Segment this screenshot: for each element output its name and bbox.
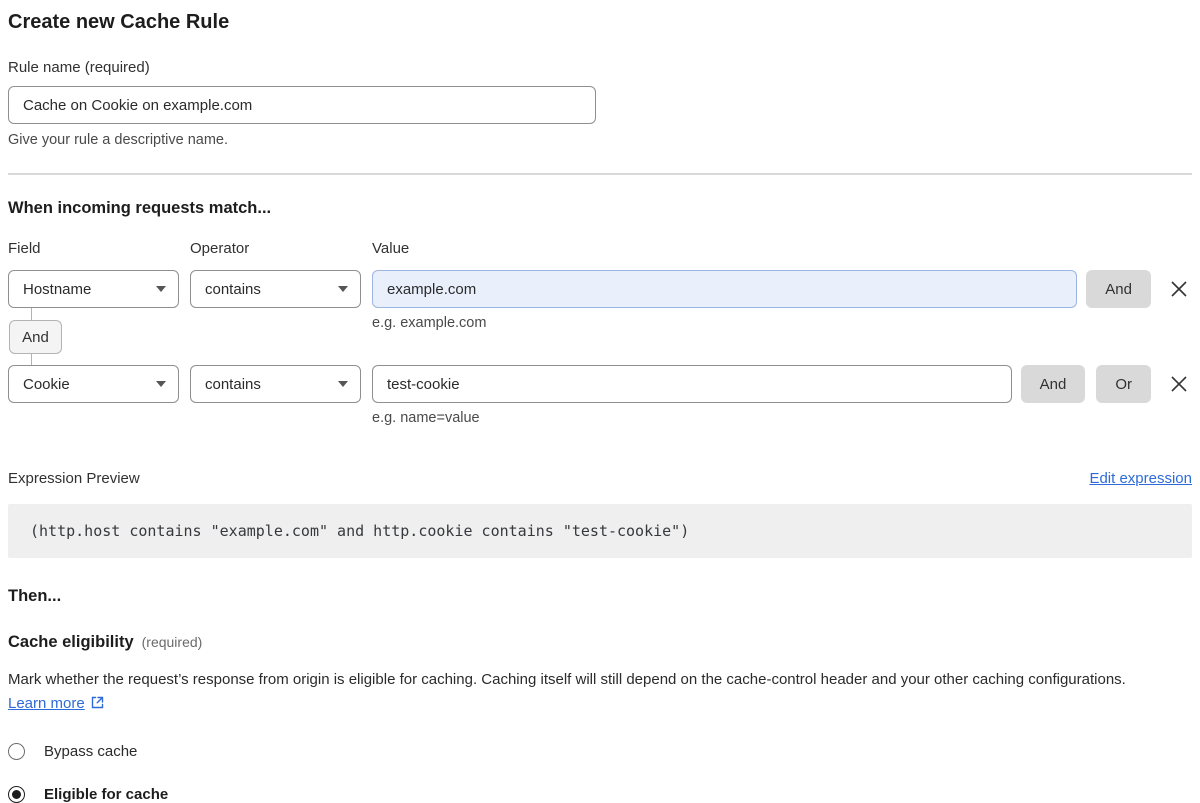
required-note: (required) [142,634,203,650]
cache-eligibility-heading: Cache eligibility [8,633,134,652]
field-select-1[interactable]: Hostname [8,270,179,308]
expression-preview-header: Expression Preview Edit expression [8,470,1192,487]
learn-more-link[interactable]: Learn more [8,695,85,712]
radio-selected-icon [8,786,25,803]
radio-option-eligible-for-cache[interactable]: Eligible for cache [8,785,1192,803]
or-button-row-2[interactable]: Or [1096,365,1151,403]
rule-name-label: Rule name (required) [8,59,1192,76]
operator-select-1[interactable]: contains [190,270,361,308]
chevron-down-icon [338,381,348,387]
operator-column-label: Operator [190,240,372,257]
then-heading: Then... [8,587,1192,606]
and-button-row-1[interactable]: And [1086,270,1151,308]
field-select-2[interactable]: Cookie [8,365,179,403]
radio-label: Bypass cache [44,743,137,760]
radio-label: Eligible for cache [44,786,168,803]
expression-code-block: (http.host contains "example.com" and ht… [8,504,1192,558]
condition-connector-area: e.g. example.com And [8,308,1192,365]
value-column-label: Value [372,240,409,257]
chevron-down-icon [156,381,166,387]
rule-name-input[interactable] [8,86,596,124]
connector-and-button[interactable]: And [9,320,62,354]
value-input-1[interactable] [372,270,1077,308]
close-icon [1169,374,1189,394]
rule-name-helper: Give your rule a descriptive name. [8,132,1192,148]
operator-select-1-value: contains [205,281,261,298]
match-heading: When incoming requests match... [8,199,1192,218]
radio-option-bypass-cache[interactable]: Bypass cache [8,742,1192,760]
field-select-2-value: Cookie [23,376,70,393]
value-hint-1: e.g. example.com [372,315,486,331]
field-select-1-value: Hostname [23,281,91,298]
cache-eligibility-description: Mark whether the request’s response from… [8,668,1168,716]
condition-column-labels: Field Operator Value [8,240,1192,257]
remove-condition-button-1[interactable] [1168,270,1190,308]
value-input-2[interactable] [372,365,1012,403]
edit-expression-link[interactable]: Edit expression [1089,470,1192,487]
value-hint-2: e.g. name=value [372,410,1192,426]
operator-select-2-value: contains [205,376,261,393]
description-text: Mark whether the request’s response from… [8,671,1126,688]
create-cache-rule-page: Create new Cache Rule Rule name (require… [0,0,1200,803]
cache-eligibility-options: Bypass cache Eligible for cache [8,742,1192,803]
remove-condition-button-2[interactable] [1168,365,1190,403]
chevron-down-icon [338,286,348,292]
operator-select-2[interactable]: contains [190,365,361,403]
condition-row-2: Cookie contains And Or [8,365,1192,403]
condition-row-1: Hostname contains And [8,270,1192,308]
expression-preview-label: Expression Preview [8,470,140,487]
and-button-row-2[interactable]: And [1021,365,1086,403]
close-icon [1169,279,1189,299]
cache-eligibility-heading-row: Cache eligibility (required) [8,633,1192,652]
section-divider [8,173,1192,175]
external-link-icon [90,695,105,710]
field-column-label: Field [8,240,190,257]
radio-unselected-icon [8,743,25,760]
chevron-down-icon [156,286,166,292]
page-title: Create new Cache Rule [8,10,1192,34]
